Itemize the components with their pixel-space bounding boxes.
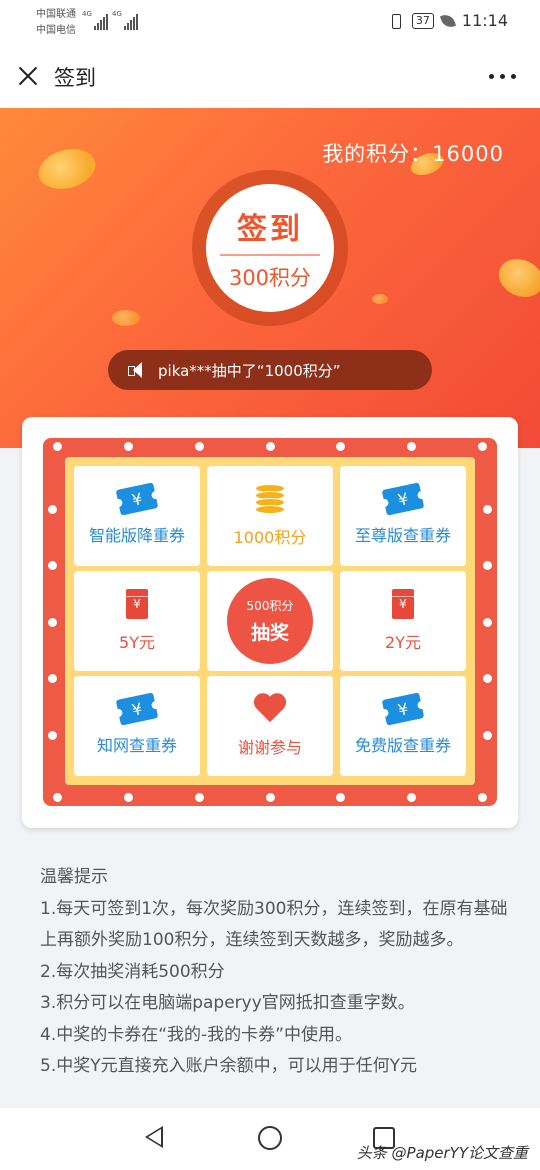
signal-icon-sim2: 4G (112, 10, 138, 30)
frame-bulb (53, 442, 62, 451)
page-title: 签到 (54, 66, 96, 90)
red-envelope-icon: ¥ (126, 589, 148, 619)
coins-icon (255, 484, 285, 514)
watermark: 头条 @PaperYY论文查重 (356, 1144, 528, 1162)
frame-bulb (483, 561, 492, 570)
ticket-icon: ¥ (381, 692, 425, 726)
draw-button[interactable]: 500积分 抽奖 (227, 578, 313, 664)
tips-section: 温馨提示 1.每天可签到1次，每次奖励300积分，连续签到，在原有基础上再额外奖… (40, 862, 510, 1083)
frame-bulb (483, 674, 492, 683)
checkin-button[interactable]: 签到 300积分 (192, 170, 348, 326)
prize-label: 1000积分 (233, 528, 307, 547)
tip-line: 1.每天可签到1次，每次奖励300积分，连续签到，在原有基础上再额外奖励100积… (40, 898, 508, 951)
prize-cell: ¥ 知网查重券 (74, 676, 200, 776)
prize-cell: ¥ 至尊版查重券 (340, 466, 466, 566)
back-icon[interactable] (145, 1126, 163, 1148)
frame-bulb (123, 442, 133, 451)
frame-bulb (194, 793, 204, 802)
draw-label: 抽奖 (250, 622, 289, 644)
frame-bulb (478, 442, 487, 451)
power-saving-icon (439, 11, 456, 30)
frame-bulb (483, 504, 492, 514)
speaker-icon (128, 362, 146, 378)
draw-cost: 500积分 (246, 599, 294, 613)
ticket-icon: ¥ (381, 482, 425, 516)
signal-icon-sim1: 4G (82, 10, 108, 30)
more-icon[interactable] (489, 74, 516, 79)
lottery-card: ¥ 智能版降重券 1000积分 ¥ 至尊版查重券 ¥ 5Y元 500积分 抽奖 (22, 417, 518, 828)
system-nav-bar: 头条 @PaperYY论文查重 (0, 1108, 540, 1170)
app-bar: 签到 (0, 44, 540, 108)
lottery-frame: ¥ 智能版降重券 1000积分 ¥ 至尊版查重券 ¥ 5Y元 500积分 抽奖 (43, 438, 497, 806)
frame-bulb (48, 504, 57, 514)
prize-cell: 1000积分 (207, 466, 333, 566)
frame-bulb (48, 561, 57, 570)
lottery-grid: ¥ 智能版降重券 1000积分 ¥ 至尊版查重券 ¥ 5Y元 500积分 抽奖 (65, 457, 475, 785)
frame-bulb (265, 442, 275, 451)
status-time: 11:14 (461, 11, 508, 30)
coin-decoration-icon (492, 251, 540, 305)
prize-label: 知网查重券 (96, 736, 177, 755)
prize-cell: ¥ 免费版查重券 (340, 676, 466, 776)
tip-line: 3.积分可以在电脑端paperyy官网抵扣查重字数。 (40, 993, 415, 1013)
vibrate-icon (388, 12, 404, 30)
prize-label: 至尊版查重券 (354, 526, 451, 545)
battery-icon: 37 (411, 12, 434, 29)
tips-title: 温馨提示 (40, 867, 108, 887)
checkin-banner: 我的积分：16000 签到 300积分 pika***抽中了“1000积分” (0, 108, 540, 448)
tip-line: 5.中奖Y元直接充入账户余额中，可以用于任何Y元 (40, 1056, 417, 1076)
carrier-2: 中国电信 (36, 25, 76, 36)
frame-bulb (48, 617, 57, 627)
ticker-text: pika***抽中了“1000积分” (158, 361, 341, 380)
checkin-divider (220, 254, 320, 256)
tip-line: 2.每次抽奖消耗500积分 (40, 961, 225, 982)
coin-decoration-icon (34, 143, 100, 195)
frame-bulb (53, 793, 62, 802)
frame-bulb (194, 442, 204, 451)
frame-bulb (336, 442, 346, 451)
frame-bulb (48, 730, 57, 740)
ticket-icon: ¥ (115, 692, 159, 726)
frame-bulb (123, 793, 133, 802)
coin-decoration-icon (112, 310, 140, 326)
frame-bulb (48, 674, 57, 683)
prize-label: 5Y元 (119, 633, 155, 652)
red-envelope-icon: ¥ (392, 589, 414, 619)
prize-cell: ¥ 5Y元 (74, 571, 200, 671)
prize-cell: ¥ 智能版降重券 (74, 466, 200, 566)
close-icon[interactable] (16, 64, 40, 88)
prize-label: 谢谢参与 (237, 738, 302, 757)
ticket-icon: ¥ (115, 482, 159, 516)
winner-ticker: pika***抽中了“1000积分” (108, 350, 432, 390)
prize-cell: ¥ 2Y元 (340, 571, 466, 671)
broken-heart-icon (252, 694, 288, 724)
frame-bulb (478, 793, 487, 802)
checkin-label: 签到 (237, 212, 303, 247)
frame-bulb (265, 793, 275, 802)
frame-bulb (483, 617, 492, 627)
checkin-reward: 300积分 (228, 266, 312, 290)
prize-label: 免费版查重券 (354, 736, 451, 755)
my-points: 我的积分：16000 (322, 142, 504, 166)
home-icon[interactable] (258, 1126, 282, 1150)
frame-bulb (407, 442, 417, 451)
frame-bulb (483, 730, 492, 740)
coin-decoration-icon (372, 294, 388, 304)
status-bar: 中国联通 中国电信 4G 4G 37 11:14 (0, 0, 540, 44)
carrier-1: 中国联通 (36, 9, 76, 20)
tip-line: 4.中奖的卡券在“我的-我的卡券”中使用。 (40, 1024, 352, 1045)
draw-cell: 500积分 抽奖 (207, 571, 333, 671)
frame-bulb (407, 793, 417, 802)
frame-bulb (336, 793, 346, 802)
prize-label: 智能版降重券 (88, 526, 185, 545)
prize-cell: 谢谢参与 (207, 676, 333, 776)
prize-label: 2Y元 (385, 633, 421, 652)
